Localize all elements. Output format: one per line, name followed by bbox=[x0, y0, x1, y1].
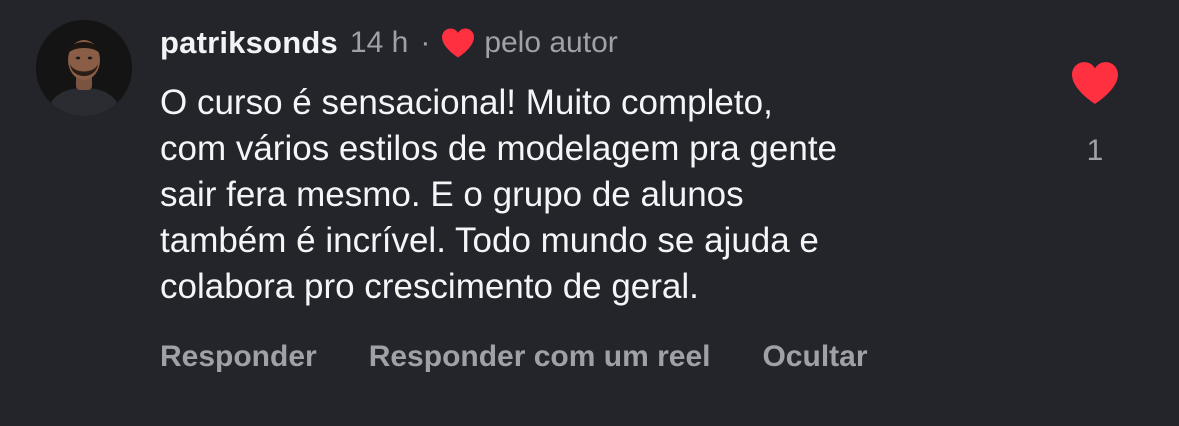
heart-filled-icon[interactable] bbox=[1069, 60, 1121, 106]
heart-icon bbox=[440, 27, 476, 59]
separator-dot: · bbox=[420, 26, 431, 59]
comment-text-line: O curso é sensacional! Muito completo, bbox=[160, 83, 773, 122]
username[interactable]: patriksonds bbox=[160, 25, 338, 61]
comment-text-line: também é incrível. Todo mundo se ajuda e bbox=[160, 221, 819, 260]
hide-button[interactable]: Ocultar bbox=[762, 340, 867, 374]
avatar-image bbox=[36, 20, 132, 116]
timestamp: 14 h bbox=[349, 26, 409, 59]
reply-button[interactable]: Responder bbox=[160, 340, 317, 374]
comment-text-line: com vários estilos de modelagem pra gent… bbox=[160, 129, 838, 168]
comment-item: patriksonds 14 h · pelo autor O curso é … bbox=[0, 0, 1179, 426]
like-column: 1 bbox=[1066, 60, 1124, 168]
comment-header: patriksonds 14 h · pelo autor bbox=[160, 22, 618, 64]
comment-text-line: colabora pro crescimento de geral. bbox=[160, 267, 699, 306]
comment-text: O curso é sensacional! Muito completo, c… bbox=[160, 80, 1040, 310]
avatar[interactable] bbox=[36, 20, 132, 116]
like-count: 1 bbox=[1086, 134, 1104, 167]
liked-by-author-label: pelo autor bbox=[484, 26, 618, 59]
comment-actions: Responder Responder com um reel Ocultar bbox=[160, 340, 920, 374]
comment-text-line: sair fera mesmo. E o grupo de alunos bbox=[160, 175, 744, 214]
reply-with-reel-button[interactable]: Responder com um reel bbox=[369, 340, 711, 374]
